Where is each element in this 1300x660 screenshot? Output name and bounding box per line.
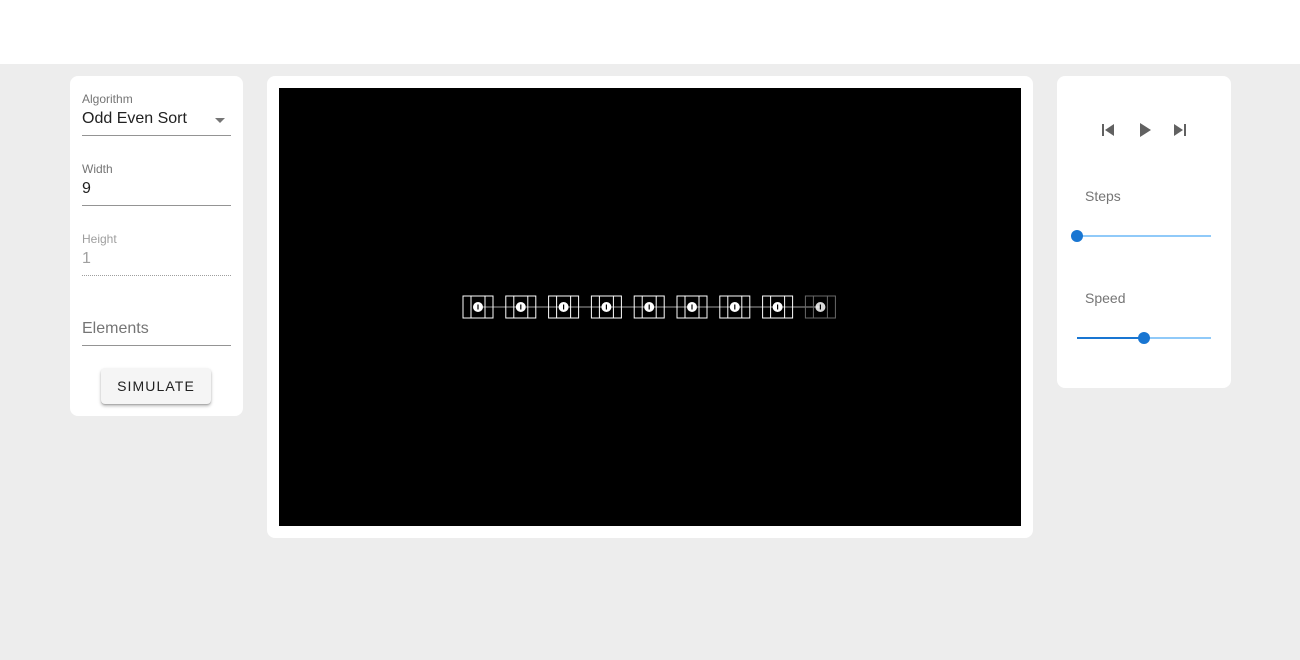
steps-slider[interactable] xyxy=(1071,230,1211,242)
speed-slider-track xyxy=(1077,337,1144,339)
width-value[interactable]: 9 xyxy=(82,179,91,199)
sorting-network xyxy=(462,295,836,319)
height-field: Height 1 xyxy=(82,228,231,278)
steps-label: Steps xyxy=(1085,188,1121,204)
visualization-panel xyxy=(267,76,1033,538)
width-label: Width xyxy=(82,162,113,176)
steps-slider-rail xyxy=(1077,235,1211,237)
playback-panel: Steps Speed xyxy=(1057,76,1231,388)
chevron-down-icon xyxy=(215,118,225,123)
height-label: Height xyxy=(82,232,117,246)
algorithm-select[interactable]: Algorithm Odd Even Sort xyxy=(82,88,231,138)
algorithm-label: Algorithm xyxy=(82,92,133,106)
elements-placeholder[interactable]: Elements xyxy=(82,319,149,339)
sorting-network-canvas[interactable] xyxy=(279,88,1021,526)
width-field[interactable]: Width 9 xyxy=(82,158,231,208)
top-app-bar xyxy=(0,0,1300,64)
steps-slider-thumb[interactable] xyxy=(1071,230,1083,242)
height-underline xyxy=(82,275,231,276)
elements-field[interactable]: Elements xyxy=(82,298,231,348)
width-underline xyxy=(82,205,231,206)
height-value: 1 xyxy=(82,250,91,267)
algorithm-underline xyxy=(82,135,231,136)
skip-previous-icon[interactable] xyxy=(1098,120,1118,140)
skip-next-icon[interactable] xyxy=(1170,120,1190,140)
speed-label: Speed xyxy=(1085,290,1126,306)
controls-panel: Algorithm Odd Even Sort Width 9 Height 1… xyxy=(70,76,243,416)
simulate-button[interactable]: SIMULATE xyxy=(101,368,211,404)
play-icon[interactable] xyxy=(1135,120,1155,140)
speed-slider-thumb[interactable] xyxy=(1138,332,1150,344)
algorithm-value: Odd Even Sort xyxy=(82,110,187,127)
elements-underline xyxy=(82,345,231,346)
speed-slider[interactable] xyxy=(1077,332,1211,344)
